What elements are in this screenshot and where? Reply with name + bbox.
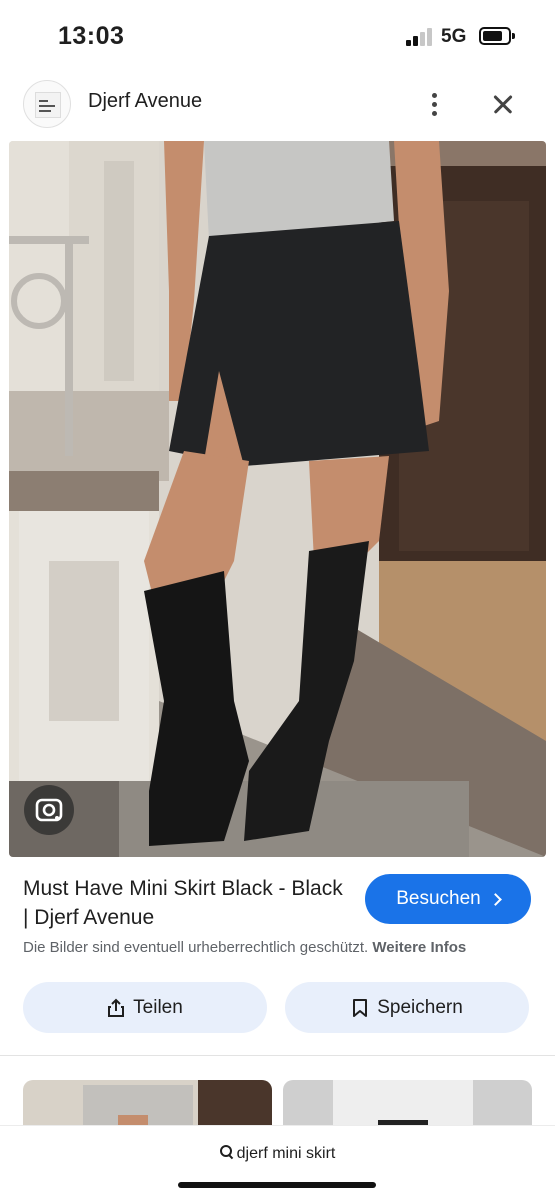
share-label: Teilen [133, 996, 183, 1018]
search-icon [219, 1145, 234, 1159]
save-label: Speichern [377, 996, 463, 1018]
visit-label: Besuchen [396, 888, 481, 909]
search-query[interactable]: djerf mini skirt [0, 1145, 555, 1163]
site-favicon [23, 80, 71, 128]
visit-button[interactable]: Besuchen [365, 874, 531, 924]
battery-icon [479, 27, 515, 45]
close-icon[interactable] [488, 90, 518, 120]
google-lens-icon[interactable] [24, 785, 74, 835]
bottom-search-bar[interactable]: djerf mini skirt [0, 1125, 555, 1200]
signal-icon [406, 28, 434, 46]
status-bar: 13:03 5G [0, 0, 555, 70]
chevron-right-icon [488, 892, 502, 906]
share-button[interactable]: Teilen [23, 982, 267, 1033]
site-name[interactable]: Djerf Avenue [88, 90, 202, 113]
save-button[interactable]: Speichern [285, 982, 529, 1033]
more-info-link[interactable]: Weitere Infos [372, 939, 466, 956]
divider [0, 1055, 555, 1056]
bookmark-icon [351, 998, 369, 1018]
copyright-note: Die Bilder sind eventuell urheberrechtli… [23, 939, 543, 956]
home-indicator[interactable] [178, 1182, 376, 1188]
more-vert-icon[interactable] [420, 90, 450, 120]
product-title[interactable]: Must Have Mini Skirt Black - Black | Dje… [23, 874, 343, 932]
product-image[interactable] [9, 141, 546, 857]
network-label: 5G [441, 26, 467, 47]
copyright-text: Die Bilder sind eventuell urheberrechtli… [23, 939, 369, 956]
search-query-text: djerf mini skirt [236, 1145, 336, 1162]
viewer-header: Djerf Avenue [0, 76, 555, 132]
status-time: 13:03 [58, 22, 125, 50]
share-icon [107, 998, 125, 1018]
